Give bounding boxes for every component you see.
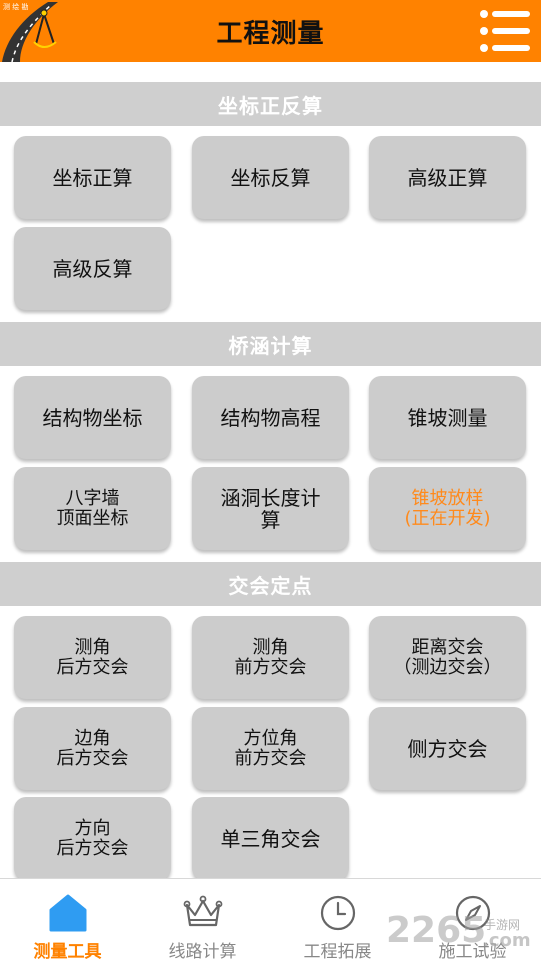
advanced-inverse-button[interactable]: 高级反算	[14, 227, 171, 310]
cone-slope-survey-button[interactable]: 锥坡测量	[369, 376, 526, 459]
nav-survey-tools[interactable]: 测量工具	[0, 879, 135, 962]
app-header: 测 绘 勘 工程测量	[0, 0, 541, 62]
tool-list[interactable]: 坐标正反算 坐标正算 坐标反算 高级正算 高级反算 桥涵计算 结构物坐标 结构物…	[0, 62, 541, 878]
crown-icon	[183, 895, 223, 927]
watermark: 2265 手游网 .com	[386, 910, 541, 958]
nav-route-calc[interactable]: 线路计算	[135, 879, 270, 962]
structure-coordinate-button[interactable]: 结构物坐标	[14, 376, 171, 459]
clock-icon	[320, 895, 356, 931]
section-header-bridge: 桥涵计算	[0, 322, 541, 366]
structure-elevation-button[interactable]: 结构物高程	[192, 376, 349, 459]
list-menu-icon[interactable]	[477, 6, 533, 56]
nav-engineering-extension[interactable]: 工程拓展	[270, 879, 405, 962]
page-title: 工程测量	[216, 18, 325, 49]
angle-forward-intersection-button[interactable]: 测角 前方交会	[192, 616, 349, 699]
wing-wall-top-coordinate-button[interactable]: 八字墙 顶面坐标	[14, 467, 171, 550]
road-compass-icon[interactable]: 测 绘 勘	[0, 0, 62, 62]
single-triangle-intersection-button[interactable]: 单三角交会	[192, 797, 349, 878]
nav-label: 线路计算	[168, 942, 237, 962]
watermark-number: 2265	[386, 910, 487, 951]
cone-slope-staking-button[interactable]: 锥坡放样 (正在开发)	[369, 467, 526, 550]
coordinate-inverse-button[interactable]: 坐标反算	[192, 136, 349, 219]
advanced-forward-button[interactable]: 高级正算	[369, 136, 526, 219]
azimuth-forward-intersection-button[interactable]: 方位角 前方交会	[192, 707, 349, 790]
nav-label: 工程拓展	[303, 942, 372, 962]
section-header-intersection: 交会定点	[0, 562, 541, 606]
nav-label: 测量工具	[33, 942, 102, 962]
side-angle-resection-button[interactable]: 边角 后方交会	[14, 707, 171, 790]
home-icon	[49, 894, 87, 932]
watermark-domain: .com	[482, 930, 531, 951]
direction-resection-button[interactable]: 方向 后方交会	[14, 797, 171, 878]
lateral-intersection-button[interactable]: 侧方交会	[369, 707, 526, 790]
culvert-length-button[interactable]: 涵洞长度计 算	[192, 467, 349, 550]
section-header-coordinate: 坐标正反算	[0, 82, 541, 126]
logo-text: 测 绘 勘	[3, 2, 28, 11]
coordinate-forward-button[interactable]: 坐标正算	[14, 136, 171, 219]
angle-resection-button[interactable]: 测角 后方交会	[14, 616, 171, 699]
distance-intersection-button[interactable]: 距离交会 （测边交会）	[369, 616, 526, 699]
